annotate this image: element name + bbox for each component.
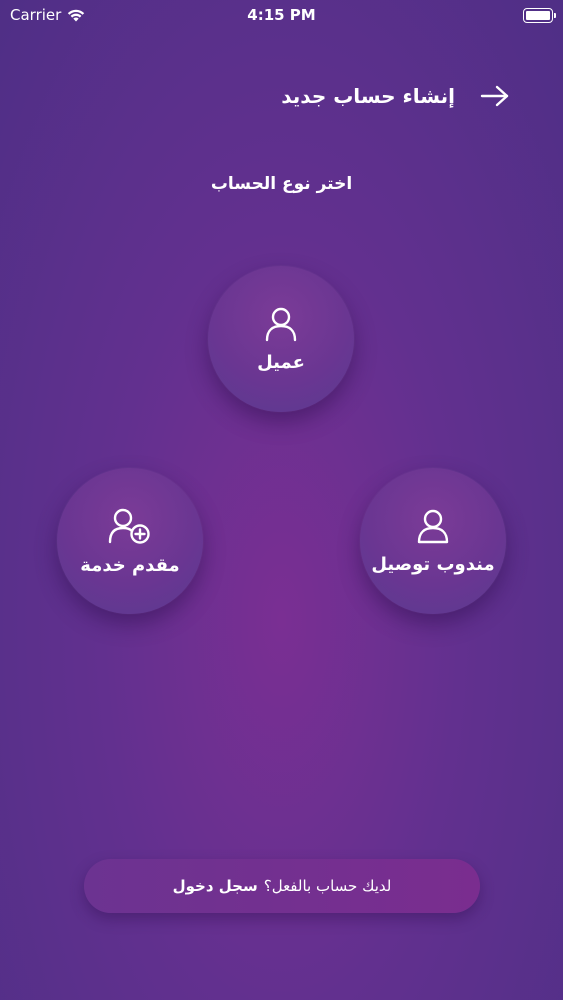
login-button[interactable]: لديك حساب بالفعل؟ سجل دخول (84, 859, 480, 913)
battery-icon (523, 7, 556, 23)
user-icon (265, 307, 297, 341)
account-type-prompt: اختر نوع الحساب (210, 174, 353, 194)
user-icon (417, 509, 449, 543)
wifi-icon (68, 9, 85, 21)
client-type-label: عميل (257, 351, 305, 373)
carrier-label: Carrier (10, 6, 62, 24)
login-action[interactable]: سجل دخول (173, 877, 258, 895)
provider-type-label: مقدم خدمة (80, 554, 180, 576)
arrow-right-icon (480, 85, 509, 107)
status-bar: Carrier 4:15 PM (0, 0, 563, 30)
status-left: Carrier (10, 6, 85, 24)
page-header: إنشاء حساب جديد (281, 78, 513, 114)
login-question: لديك حساب بالفعل؟ (263, 877, 392, 895)
back-button[interactable] (477, 78, 513, 114)
user-add-icon (108, 508, 150, 544)
delivery-type-button[interactable]: مندوب توصيل (360, 468, 506, 614)
page-title: إنشاء حساب جديد (281, 84, 455, 108)
client-type-button[interactable]: عميل (208, 266, 354, 412)
provider-type-button[interactable]: مقدم خدمة (57, 468, 203, 614)
delivery-type-label: مندوب توصيل (371, 553, 495, 575)
